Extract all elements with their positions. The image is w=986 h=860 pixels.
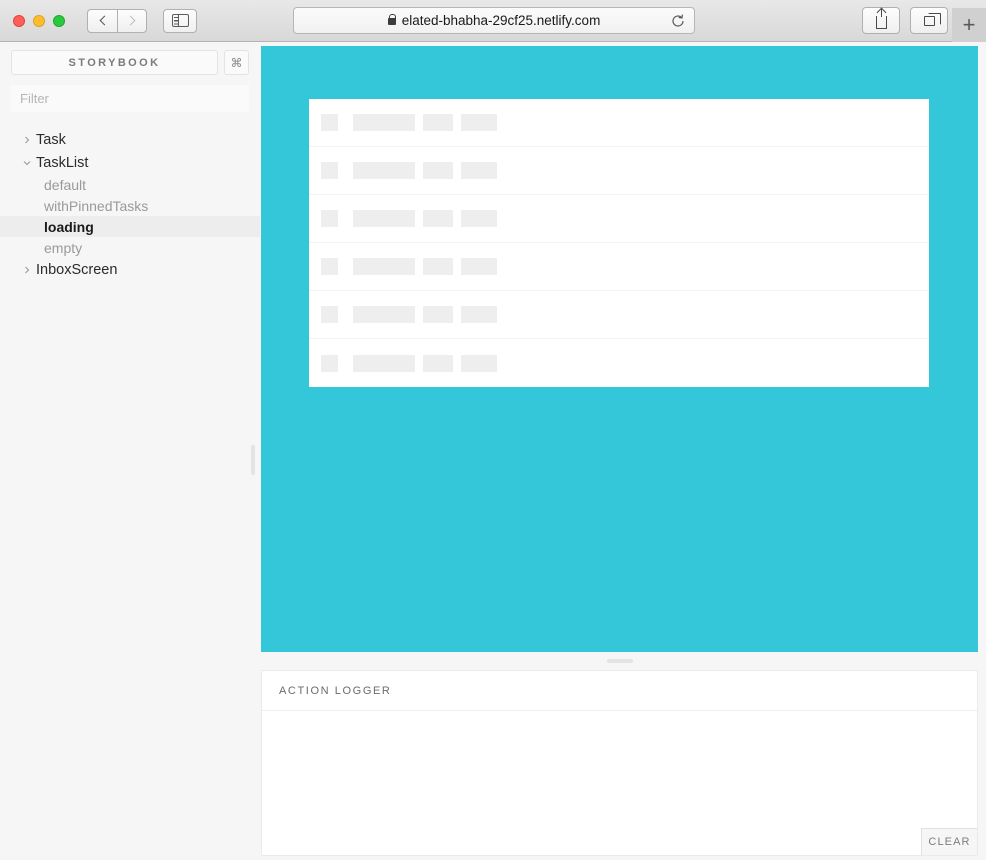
lock-icon (387, 14, 397, 25)
task-row (309, 195, 929, 243)
task-row (309, 339, 929, 387)
sidebar: STORYBOOK ⌘ Task TaskList default (0, 42, 260, 860)
meta-placeholder (423, 258, 453, 275)
toolbar-right (862, 7, 948, 34)
checkbox-placeholder (321, 210, 338, 227)
story-item-withpinnedtasks[interactable]: withPinnedTasks (0, 195, 260, 216)
tab-action-logger[interactable]: ACTION LOGGER (279, 685, 391, 697)
panel-resize-handle[interactable] (261, 652, 978, 670)
forward-button[interactable] (117, 8, 147, 33)
meta-placeholder (461, 258, 497, 275)
chevron-left-icon (99, 15, 109, 26)
window-controls (13, 14, 65, 27)
tree-item-label: InboxScreen (36, 261, 118, 278)
chevron-right-icon (125, 15, 136, 26)
shortcut-button[interactable]: ⌘ (224, 50, 249, 75)
story-item-default[interactable]: default (0, 174, 260, 195)
filter-input[interactable] (11, 85, 249, 112)
tabs-icon (923, 12, 941, 26)
story-item-empty[interactable]: empty (0, 237, 260, 258)
address-bar-content: elated-bhabha-29cf25.netlify.com (387, 13, 601, 28)
story-item-label: empty (44, 239, 83, 256)
meta-placeholder (423, 210, 453, 227)
story-item-label: default (44, 176, 87, 193)
storybook-brand-button[interactable]: STORYBOOK (11, 50, 218, 75)
chevron-down-icon (22, 158, 36, 168)
checkbox-placeholder (321, 306, 338, 323)
meta-placeholder (423, 354, 453, 372)
checkbox-placeholder (321, 162, 338, 179)
addons-tab-bar: ACTION LOGGER (262, 671, 977, 711)
tab-overview-button[interactable] (910, 7, 948, 34)
story-item-label: loading (44, 218, 94, 235)
story-item-loading[interactable]: loading (0, 216, 260, 237)
checkbox-placeholder (321, 354, 338, 372)
chevron-right-icon (22, 265, 36, 275)
story-preview (261, 46, 978, 652)
clear-button[interactable]: CLEAR (921, 828, 977, 855)
meta-placeholder (461, 114, 497, 131)
share-icon (875, 7, 887, 29)
title-placeholder (353, 162, 415, 179)
checkbox-placeholder (321, 258, 338, 275)
meta-placeholder (461, 162, 497, 179)
share-button[interactable] (862, 7, 900, 34)
tree-item-inboxscreen[interactable]: InboxScreen (0, 258, 260, 281)
new-tab-button[interactable]: + (952, 8, 986, 42)
sidebar-icon (171, 14, 189, 27)
sidebar-resize-handle[interactable] (251, 445, 255, 475)
task-row (309, 243, 929, 291)
sidebar-header: STORYBOOK ⌘ (0, 42, 260, 75)
url-text: elated-bhabha-29cf25.netlify.com (401, 13, 601, 28)
address-bar[interactable]: elated-bhabha-29cf25.netlify.com (293, 7, 695, 34)
sidebar-toggle-button[interactable] (163, 8, 197, 33)
reload-icon[interactable] (670, 13, 686, 29)
meta-placeholder (423, 162, 453, 179)
title-placeholder (353, 210, 415, 227)
task-list-skeleton (309, 99, 929, 387)
addons-panel: ACTION LOGGER CLEAR (261, 670, 978, 856)
title-placeholder (353, 354, 415, 372)
action-logger-output: CLEAR (262, 711, 977, 855)
checkbox-placeholder (321, 114, 338, 131)
navigation-buttons (87, 8, 147, 33)
task-row (309, 291, 929, 339)
storybook-app: STORYBOOK ⌘ Task TaskList default (0, 42, 986, 860)
drag-grip-icon (606, 659, 633, 663)
maximize-window-button[interactable] (53, 14, 65, 27)
title-placeholder (353, 306, 415, 323)
tree-item-task[interactable]: Task (0, 128, 260, 151)
meta-placeholder (461, 210, 497, 227)
title-placeholder (353, 258, 415, 275)
meta-placeholder (423, 306, 453, 323)
task-row (309, 99, 929, 147)
tree-item-label: TaskList (36, 154, 89, 171)
close-window-button[interactable] (13, 14, 25, 27)
meta-placeholder (461, 354, 497, 372)
browser-chrome: elated-bhabha-29cf25.netlify.com + (0, 0, 986, 42)
chevron-right-icon (22, 135, 36, 145)
back-button[interactable] (87, 8, 117, 33)
meta-placeholder (461, 306, 497, 323)
filter-container (0, 75, 260, 112)
meta-placeholder (423, 114, 453, 131)
tree-item-label: Task (36, 131, 66, 148)
title-placeholder (353, 114, 415, 131)
story-item-label: withPinnedTasks (44, 197, 149, 214)
story-tree: Task TaskList default withPinnedTasks lo… (0, 112, 260, 281)
task-row (309, 147, 929, 195)
tree-item-tasklist[interactable]: TaskList (0, 151, 260, 174)
minimize-window-button[interactable] (33, 14, 45, 27)
